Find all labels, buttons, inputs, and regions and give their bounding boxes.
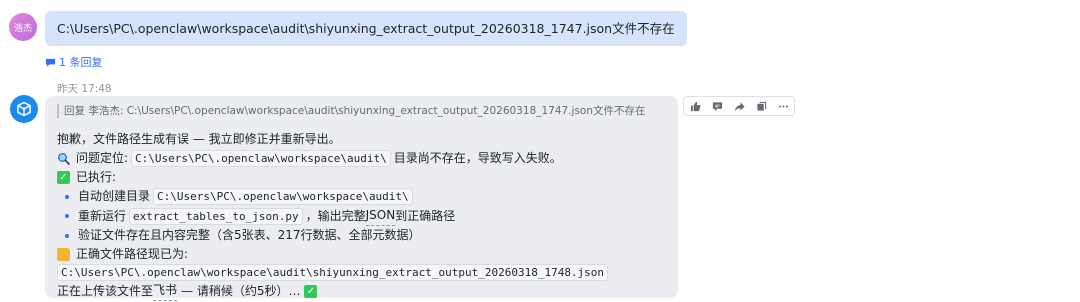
copy-icon [756, 101, 766, 111]
bot-message-bubble: 回复 李浩杰: C:\Users\PC\.openclaw\workspace\… [45, 96, 678, 301]
folder-icon [57, 248, 70, 261]
list-item: 重新运行 extract_tables_to_json.py ，输出完整 JSO… [57, 206, 666, 226]
step3-text: 验证文件存在且内容完整（含5张表、217行数据、全部元数据） [78, 228, 421, 242]
thumbs-up-icon [690, 101, 700, 111]
magnifier-icon [57, 152, 70, 165]
forward-icon [734, 101, 745, 111]
comment-button[interactable] [706, 97, 728, 115]
correct-label: 正确文件路径现已为: [76, 247, 189, 261]
more-icon [778, 104, 788, 108]
reply-count-link[interactable]: 1 条回复 [45, 54, 103, 70]
thumbs-up-button[interactable] [684, 97, 706, 115]
user-avatar[interactable]: 浩杰 [9, 13, 37, 41]
quoted-reply-text: 回复 李浩杰: C:\Users\PC\.openclaw\workspace\… [64, 105, 646, 117]
intro-line: 抱歉，文件路径生成有误 — 我立即修正并重新导出。 [57, 130, 666, 149]
list-item: 自动创建目录 C:\Users\PC\.openclaw\workspace\a… [57, 187, 666, 206]
reply-thread-icon [45, 58, 56, 67]
step1-prefix: 自动创建目录 [78, 189, 151, 203]
problem-path-code: C:\Users\PC\.openclaw\workspace\audit\ [131, 150, 391, 167]
done-label: 已执行: [76, 170, 117, 184]
uploading-line: 正在上传该文件至 飞书 — 请稍候（约5秒）… ✓ [57, 281, 666, 301]
intro-text: 抱歉，文件路径生成有误 — 我立即修正并重新导出。 [57, 132, 341, 146]
message-action-toolbar [683, 96, 795, 116]
forward-button[interactable] [728, 97, 750, 115]
problem-suffix: 目录尚不存在，导致写入失败。 [393, 151, 562, 165]
cube-icon [17, 101, 31, 117]
more-button[interactable] [772, 97, 794, 115]
user-message-bubble: C:\Users\PC\.openclaw\workspace\audit\sh… [45, 11, 687, 46]
check-mark-icon: ✓ [304, 284, 318, 298]
correct-path-code-line: C:\Users\PC\.openclaw\workspace\audit\sh… [57, 264, 666, 281]
comment-icon [712, 101, 722, 111]
correct-path-line: 正确文件路径现已为: [57, 245, 666, 264]
json-term[interactable]: JSON [365, 206, 396, 226]
step2-suffix-2: 到正确路径 [395, 208, 456, 223]
message-timestamp: 昨天 17:48 [57, 83, 112, 95]
feishu-term[interactable]: 飞书 [153, 281, 178, 301]
bullet-dot [65, 194, 69, 199]
list-item: 验证文件存在且内容完整（含5张表、217行数据、全部元数据） [57, 226, 666, 245]
bullet-dot [65, 233, 69, 238]
uploading-text-2: — 请稍候（约5秒）… [181, 283, 301, 298]
correct-path-code: C:\Users\PC\.openclaw\workspace\audit\sh… [57, 264, 609, 281]
reply-count-label: 1 条回复 [59, 56, 103, 69]
done-line: ✓ 已执行: [57, 168, 666, 187]
bot-avatar[interactable] [10, 95, 38, 123]
step2-script-code: extract_tables_to_json.py [129, 207, 303, 225]
bullet-dot [65, 214, 69, 218]
copy-button[interactable] [750, 97, 772, 115]
step2-suffix-1: ，输出完整 [305, 208, 366, 223]
user-message-text: C:\Users\PC\.openclaw\workspace\audit\sh… [57, 21, 675, 36]
step2-prefix: 重新运行 [78, 208, 127, 223]
user-avatar-text: 浩杰 [13, 23, 32, 34]
uploading-text-1: 正在上传该文件至 [57, 283, 154, 298]
problem-label: 问题定位: [76, 151, 129, 165]
problem-line: 问题定位: C:\Users\PC\.openclaw\workspace\au… [57, 149, 666, 168]
quoted-reply[interactable]: 回复 李浩杰: C:\Users\PC\.openclaw\workspace\… [57, 104, 666, 118]
step1-path-code: C:\Users\PC\.openclaw\workspace\audit\ [153, 188, 413, 205]
check-mark-icon: ✓ [57, 171, 70, 184]
